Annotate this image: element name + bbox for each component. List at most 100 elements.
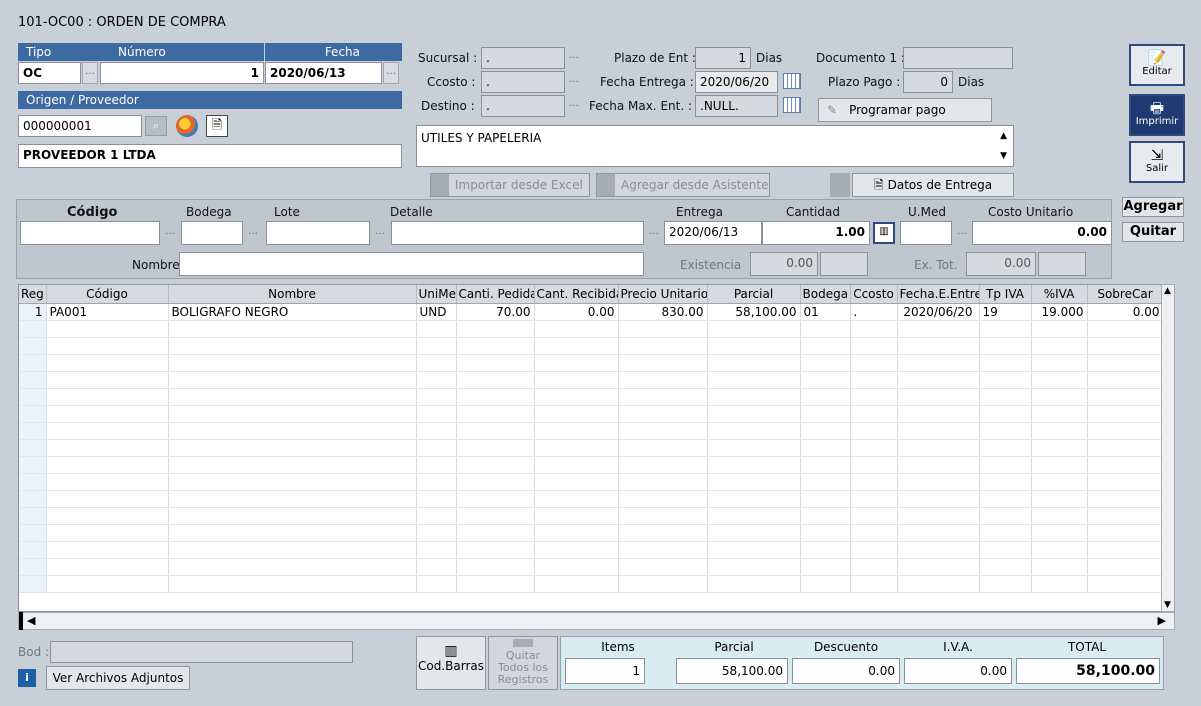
importar-excel-button[interactable]: Importar desde Excel <box>430 173 590 197</box>
costo-unitario-input[interactable]: 0.00 <box>972 221 1112 245</box>
ver-adjuntos-button[interactable]: Ver Archivos Adjuntos <box>46 666 190 690</box>
cell-pct-iva[interactable]: 19.000 <box>1031 303 1088 321</box>
col-header-parcial[interactable]: Parcial <box>707 285 801 304</box>
proveedor-code-field[interactable]: 000000001 <box>18 115 142 137</box>
table-row-empty[interactable] <box>19 541 1161 559</box>
ccosto-lookup-button[interactable]: … <box>566 71 582 93</box>
col-header-canti-pedida[interactable]: Canti. Pedida <box>456 285 535 304</box>
col-header-cant-recibida[interactable]: Cant. Recibida <box>534 285 619 304</box>
cell-unimed[interactable]: UND <box>416 303 457 321</box>
fecha-max-field[interactable]: .NULL. <box>695 95 778 117</box>
destino-field[interactable]: . <box>481 95 565 117</box>
lote-lookup-button[interactable]: … <box>372 223 388 245</box>
col-header-bodega[interactable]: Bodega <box>800 285 851 304</box>
table-row-empty[interactable] <box>19 371 1161 389</box>
umed-lookup-button[interactable]: … <box>954 223 970 245</box>
cell-ccosto[interactable]: . <box>850 303 898 321</box>
table-row-empty[interactable] <box>19 558 1161 576</box>
tipo-field[interactable]: OC <box>18 62 81 84</box>
table-row-empty[interactable] <box>19 337 1161 355</box>
scroll-down-icon[interactable]: ▼ <box>1164 600 1171 610</box>
cell-parcial[interactable]: 58,100.00 <box>707 303 801 321</box>
cell-sobrecargo[interactable]: 0.00 <box>1087 303 1161 321</box>
codigo-input[interactable] <box>20 221 160 245</box>
col-header-ccosto[interactable]: Ccosto <box>850 285 898 304</box>
bodega-input[interactable] <box>181 221 243 245</box>
grid-vertical-scrollbar[interactable]: ▲ ▼ <box>1161 284 1175 612</box>
observaciones-textarea[interactable]: UTILES Y PAPELERIA ▲ ▼ <box>416 125 1014 167</box>
cell-cant-recibida[interactable]: 0.00 <box>534 303 619 321</box>
table-row-empty[interactable] <box>19 524 1161 542</box>
document-icon[interactable]: 🗎 <box>206 115 228 137</box>
detalle-lookup-button[interactable]: … <box>646 223 662 245</box>
table-row-empty[interactable] <box>19 388 1161 406</box>
proveedor-info-icon[interactable] <box>176 115 198 137</box>
items-grid[interactable]: Reg Código Nombre UniMed Canti. Pedida C… <box>18 284 1162 612</box>
agregar-button[interactable]: Agregar <box>1122 197 1184 217</box>
nombre-input[interactable] <box>179 252 644 276</box>
col-header-unimed[interactable]: UniMed <box>416 285 457 304</box>
umed-input[interactable] <box>900 221 952 245</box>
textarea-scroll-down-icon[interactable]: ▼ <box>1000 148 1007 164</box>
fecha-max-calendar-icon[interactable] <box>783 97 801 113</box>
proveedor-search-icon[interactable]: ⌕ <box>145 116 167 136</box>
cell-tp-iva[interactable]: 19 <box>979 303 1032 321</box>
cell-precio-unitario[interactable]: 830.00 <box>618 303 708 321</box>
sucursal-field[interactable]: . <box>481 47 565 69</box>
barcode-icon[interactable]: ▥ <box>873 222 895 244</box>
quitar-todos-button[interactable]: Quitar Todos los Registros <box>488 636 558 690</box>
scroll-thumb[interactable] <box>19 612 23 630</box>
lote-input[interactable] <box>266 221 370 245</box>
table-row-empty[interactable] <box>19 320 1161 338</box>
table-row-empty[interactable] <box>19 422 1161 440</box>
table-row-empty[interactable] <box>19 405 1161 423</box>
table-row-empty[interactable] <box>19 354 1161 372</box>
col-header-codigo[interactable]: Código <box>46 285 169 304</box>
scroll-up-icon[interactable]: ▲ <box>1164 286 1171 296</box>
table-row-empty[interactable] <box>19 473 1161 491</box>
cell-nombre[interactable]: BOLIGRAFO NEGRO <box>168 303 417 321</box>
cod-barras-button[interactable]: ▥ Cod.Barras <box>416 636 486 690</box>
salir-button[interactable]: ⇲ Salir <box>1129 141 1185 183</box>
cantidad-input[interactable]: 1.00 <box>762 221 870 245</box>
numero-field[interactable]: 1 <box>100 62 264 84</box>
entrega-input[interactable]: 2020/06/13 <box>664 221 762 245</box>
plazo-ent-field[interactable]: 1 <box>695 47 751 69</box>
table-row-empty[interactable] <box>19 456 1161 474</box>
plazo-pago-field[interactable]: 0 <box>903 71 953 93</box>
destino-lookup-button[interactable]: … <box>566 95 582 117</box>
scroll-right-icon[interactable]: ▶ <box>1158 614 1166 627</box>
table-row[interactable]: 1 PA001 BOLIGRAFO NEGRO UND 70.00 0.00 8… <box>19 303 1161 321</box>
table-row-empty[interactable] <box>19 507 1161 525</box>
bodega-lookup-button[interactable]: … <box>245 223 261 245</box>
col-header-precio-unitario[interactable]: Precio Unitario <box>618 285 708 304</box>
agregar-asistente-button[interactable]: Agregar desde Asistente <box>596 173 770 197</box>
tipo-lookup-button[interactable]: … <box>82 62 98 84</box>
col-header-fecha-entrega[interactable]: Fecha.E.Entre <box>897 285 980 304</box>
col-header-sobrecargo[interactable]: SobreCar <box>1087 285 1161 304</box>
table-row-empty[interactable] <box>19 490 1161 508</box>
codigo-lookup-button[interactable]: … <box>162 223 178 245</box>
detalle-input[interactable] <box>391 221 644 245</box>
cell-fecha-entrega[interactable]: 2020/06/20 <box>897 303 980 321</box>
cell-canti-pedida[interactable]: 70.00 <box>456 303 535 321</box>
datos-entrega-button[interactable]: 🗎 Datos de Entrega <box>852 173 1014 197</box>
col-header-reg[interactable]: Reg <box>19 285 47 304</box>
sucursal-lookup-button[interactable]: … <box>566 47 582 69</box>
programar-pago-button[interactable]: ✎ Programar pago <box>818 98 992 122</box>
fecha-lookup-button[interactable]: … <box>383 62 399 84</box>
col-header-tp-iva[interactable]: Tp IVA <box>979 285 1032 304</box>
fecha-entrega-field[interactable]: 2020/06/20 <box>695 71 778 93</box>
fecha-entrega-calendar-icon[interactable] <box>783 73 801 89</box>
col-header-nombre[interactable]: Nombre <box>168 285 417 304</box>
textarea-scroll-up-icon[interactable]: ▲ <box>1000 128 1007 144</box>
ccosto-field[interactable]: . <box>481 71 565 93</box>
quitar-button[interactable]: Quitar <box>1122 222 1184 242</box>
grid-horizontal-scrollbar[interactable]: ◀ ▶ <box>18 612 1175 630</box>
editar-button[interactable]: 📝 Editar <box>1129 44 1185 86</box>
fecha-field[interactable]: 2020/06/13 <box>265 62 382 84</box>
table-row-empty[interactable] <box>19 439 1161 457</box>
cell-bodega[interactable]: 01 <box>800 303 851 321</box>
documento-field[interactable] <box>903 47 1013 69</box>
cell-codigo[interactable]: PA001 <box>46 303 169 321</box>
